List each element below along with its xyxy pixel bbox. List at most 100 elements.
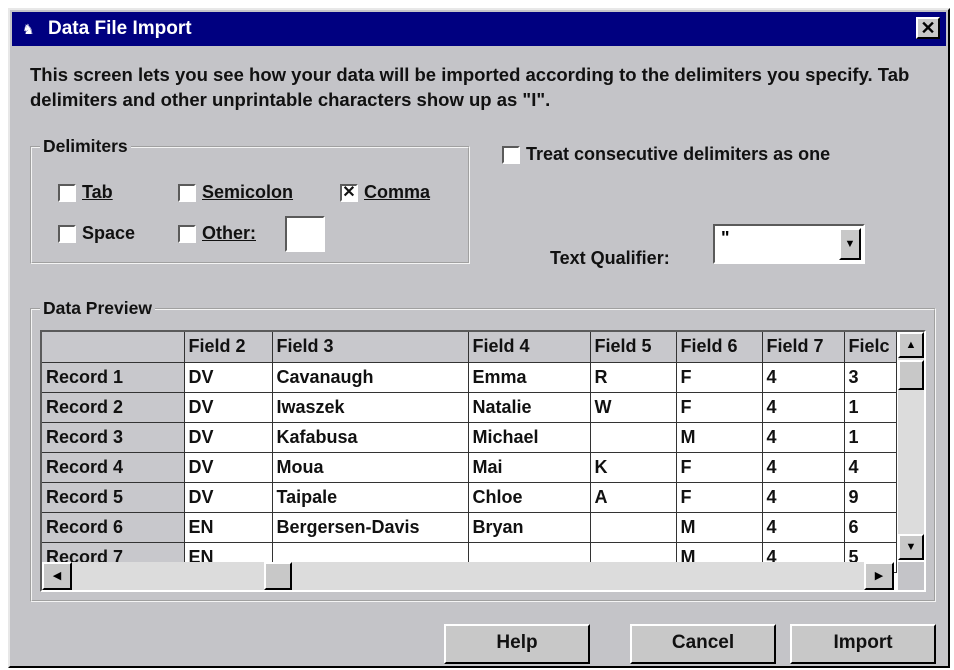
window-title: Data File Import	[48, 18, 192, 39]
row-header[interactable]: Record 3	[42, 422, 185, 453]
semicolon-checkbox[interactable]: Semicolon	[178, 182, 293, 203]
table-cell: Mai	[468, 452, 591, 483]
table-cell: DV	[184, 362, 273, 393]
table-cell	[590, 422, 677, 453]
table-cell: Moua	[272, 452, 469, 483]
help-button[interactable]: Help	[444, 624, 590, 664]
column-header[interactable]: Field 2	[184, 332, 273, 363]
column-header[interactable]: Fielc	[844, 332, 897, 363]
column-header[interactable]: Field 3	[272, 332, 469, 363]
text-qualifier-select[interactable]: " ▼	[713, 224, 865, 264]
table-cell: 4	[762, 482, 845, 513]
row-header[interactable]: Record 6	[42, 512, 185, 543]
semicolon-checkbox-box[interactable]	[178, 183, 196, 202]
other-checkbox-box[interactable]	[178, 224, 196, 243]
table-cell: 4	[762, 392, 845, 423]
scroll-right-button[interactable]: ▶	[864, 562, 894, 590]
table-cell: 4	[844, 452, 897, 483]
table-cell: 3	[844, 362, 897, 393]
data-preview-group-label: Data Preview	[40, 298, 155, 319]
semicolon-checkbox-label: Semicolon	[202, 182, 294, 202]
table-cell: Taipale	[272, 482, 469, 513]
row-header[interactable]: Record 2	[42, 392, 185, 423]
space-checkbox-label: Space	[82, 223, 136, 243]
table-cell: DV	[184, 392, 273, 423]
column-header[interactable]: Field 6	[676, 332, 763, 363]
table-cell: 1	[844, 422, 897, 453]
vertical-scrollbar[interactable]: ▲ ▼	[898, 332, 924, 560]
header-row: Field 2 Field 3 Field 4 Field 5 Field 6 Field…	[42, 332, 897, 363]
corner-header-cell	[42, 332, 185, 363]
table-cell: DV	[184, 482, 273, 513]
table-cell: EN	[184, 512, 273, 543]
table-cell: F	[676, 482, 763, 513]
tab-checkbox-label: Tab	[82, 182, 113, 202]
table-cell: Cavanaugh	[272, 362, 469, 393]
data-file-import-window: ♞ Data File Import ✕ This screen lets yo…	[8, 8, 950, 668]
comma-checkbox-label: Comma	[364, 182, 431, 202]
table-cell: 6	[844, 512, 897, 543]
space-checkbox-box[interactable]	[58, 224, 76, 243]
table-cell: 4	[762, 422, 845, 453]
row-header[interactable]: Record 5	[42, 482, 185, 513]
table-cell: Michael	[468, 422, 591, 453]
table-row: Record 3 DV Kafabusa Michael M 4 1	[42, 422, 897, 453]
app-icon: ♞	[22, 21, 35, 37]
table-cell: K	[590, 452, 677, 483]
space-checkbox[interactable]: Space	[58, 223, 135, 244]
text-qualifier-value: "	[721, 228, 730, 248]
close-icon: ✕	[920, 18, 936, 38]
table-row: Record 5 DV Taipale Chloe A F 4 9	[42, 482, 897, 513]
vertical-scroll-thumb[interactable]	[898, 360, 924, 390]
table-cell: F	[676, 362, 763, 393]
description-text: This screen lets you see how your data w…	[30, 64, 910, 110]
horizontal-scroll-thumb[interactable]	[264, 562, 292, 590]
scroll-left-button[interactable]: ◀	[42, 562, 72, 590]
import-button[interactable]: Import	[790, 624, 936, 664]
table-cell: Emma	[468, 362, 591, 393]
column-header[interactable]: Field 5	[590, 332, 677, 363]
row-header[interactable]: Record 4	[42, 452, 185, 483]
tab-checkbox-box[interactable]	[58, 183, 76, 202]
other-checkbox[interactable]: Other:	[178, 223, 256, 244]
table-cell: 4	[762, 362, 845, 393]
text-qualifier-label: Text Qualifier:	[550, 248, 670, 268]
data-preview-grid[interactable]: Field 2 Field 3 Field 4 Field 5 Field 6 Field…	[40, 330, 926, 592]
data-preview-table: Field 2 Field 3 Field 4 Field 5 Field 6 Field…	[42, 332, 897, 573]
delimiters-group-label: Delimiters	[40, 136, 131, 157]
table-cell: R	[590, 362, 677, 393]
tab-checkbox[interactable]: Tab	[58, 182, 113, 203]
table-cell	[590, 512, 677, 543]
title-bar[interactable]: ♞ Data File Import ✕	[12, 12, 946, 46]
table-cell: 4	[762, 452, 845, 483]
scrollbar-corner	[898, 562, 924, 590]
scroll-down-button[interactable]: ▼	[898, 534, 924, 560]
row-header[interactable]: Record 1	[42, 362, 185, 393]
table-row: Record 1 DV Cavanaugh Emma R F 4 3	[42, 362, 897, 393]
cancel-button[interactable]: Cancel	[630, 624, 776, 664]
table-cell: DV	[184, 452, 273, 483]
column-header[interactable]: Field 7	[762, 332, 845, 363]
other-delimiter-input[interactable]	[285, 216, 325, 252]
treat-consecutive-checkbox[interactable]: Treat consecutive delimiters as one	[502, 144, 830, 165]
horizontal-scrollbar[interactable]: ◀ ▶	[42, 562, 894, 590]
table-cell: Iwaszek	[272, 392, 469, 423]
comma-checkbox[interactable]: ✕ Comma	[340, 182, 430, 203]
table-cell: Bergersen-Davis	[272, 512, 469, 543]
table-cell: Natalie	[468, 392, 591, 423]
table-cell: M	[676, 422, 763, 453]
table-cell: 1	[844, 392, 897, 423]
table-cell: W	[590, 392, 677, 423]
table-cell: M	[676, 512, 763, 543]
close-button[interactable]: ✕	[916, 17, 940, 39]
treat-consecutive-checkbox-box[interactable]	[502, 145, 520, 164]
comma-checkbox-box[interactable]: ✕	[340, 183, 358, 202]
treat-consecutive-label: Treat consecutive delimiters as one	[526, 144, 831, 164]
table-row: Record 4 DV Moua Mai K F 4 4	[42, 452, 897, 483]
delimiters-group	[30, 146, 470, 264]
table-cell: Bryan	[468, 512, 591, 543]
chevron-down-icon: ▼	[844, 238, 856, 250]
dropdown-button[interactable]: ▼	[839, 228, 861, 260]
column-header[interactable]: Field 4	[468, 332, 591, 363]
scroll-up-button[interactable]: ▲	[898, 332, 924, 358]
